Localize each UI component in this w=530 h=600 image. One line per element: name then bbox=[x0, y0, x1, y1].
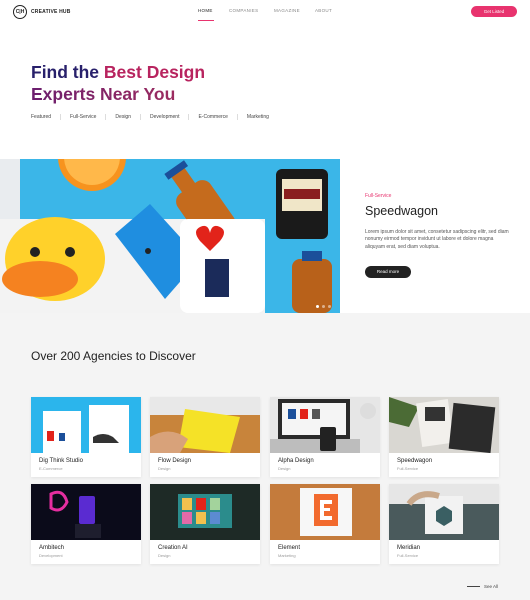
agency-category: Design bbox=[278, 466, 291, 471]
agency-thumbnail bbox=[31, 397, 141, 453]
hero-title-part1: Find the bbox=[31, 62, 104, 82]
feature-description: Lorem ipsum dolor sit amet, consetetur s… bbox=[365, 229, 509, 250]
agency-thumbnail bbox=[389, 484, 499, 540]
agency-category: Design bbox=[158, 466, 171, 471]
agency-thumbnail bbox=[150, 484, 260, 540]
slider-dots bbox=[316, 305, 331, 308]
feature-tag: Full-Service bbox=[365, 193, 392, 199]
agency-category: Marketing bbox=[278, 553, 296, 558]
agency-category: E-Commerce bbox=[39, 466, 63, 471]
slider-dot[interactable] bbox=[322, 305, 325, 308]
agency-card[interactable]: Dig Think Studio E-Commerce bbox=[31, 397, 141, 477]
agency-card[interactable]: Meridian Full-Service bbox=[389, 484, 499, 564]
agency-category: Full-Service bbox=[397, 466, 419, 471]
agency-category: Full-Service bbox=[397, 553, 419, 558]
get-listed-button[interactable]: Get Listed bbox=[471, 6, 517, 17]
agency-card[interactable]: Flow Design Design bbox=[150, 397, 260, 477]
nav-item-companies[interactable]: COMPANIES bbox=[229, 8, 258, 13]
nav-item-magazine[interactable]: MAGAZINE bbox=[274, 8, 300, 13]
divider bbox=[140, 114, 141, 120]
agency-name: Ambitech bbox=[39, 545, 65, 551]
category-featured[interactable]: Featured bbox=[31, 114, 51, 120]
agency-card[interactable]: Ambitech Development bbox=[31, 484, 141, 564]
logo[interactable]: C|H CREATIVE HUB bbox=[13, 5, 71, 19]
agency-thumbnail bbox=[270, 397, 380, 453]
agency-name: Dig Think Studio bbox=[39, 458, 83, 464]
see-all-label: See All bbox=[484, 584, 499, 589]
divider bbox=[60, 114, 62, 120]
agency-card[interactable]: Element Marketing bbox=[270, 484, 380, 564]
logo-mark: C|H bbox=[13, 5, 27, 19]
category-development[interactable]: Development bbox=[150, 114, 179, 120]
divider bbox=[188, 114, 190, 120]
feature-image[interactable] bbox=[0, 159, 340, 313]
agency-thumbnail bbox=[31, 484, 141, 540]
agency-name: Meridian bbox=[397, 545, 421, 551]
agency-name: Speedwagon bbox=[397, 458, 433, 464]
logo-text: CREATIVE HUB bbox=[31, 9, 71, 15]
category-marketing[interactable]: Marketing bbox=[247, 114, 269, 120]
category-design[interactable]: Design bbox=[115, 114, 131, 120]
agencies-title: Over 200 Agencies to Discover bbox=[31, 349, 196, 363]
agency-name: Alpha Design bbox=[278, 458, 314, 464]
agency-card[interactable]: Alpha Design Design bbox=[270, 397, 380, 477]
agency-thumbnail bbox=[150, 397, 260, 453]
top-navigation: C|H CREATIVE HUB HOME COMPANIES MAGAZINE… bbox=[0, 0, 530, 26]
read-more-button[interactable]: Read more bbox=[365, 266, 411, 278]
hero-title: Find the Best Design Experts Near You bbox=[31, 61, 331, 105]
category-e-commerce[interactable]: E-Commerce bbox=[198, 114, 227, 120]
nav-item-home[interactable]: HOME bbox=[198, 8, 213, 13]
divider bbox=[105, 114, 107, 120]
nav-item-about[interactable]: ABOUT bbox=[315, 8, 332, 13]
see-all-line bbox=[467, 586, 480, 587]
category-full-service[interactable]: Full-Service bbox=[70, 114, 96, 120]
agency-name: Element bbox=[278, 545, 301, 551]
agency-thumbnail bbox=[270, 484, 380, 540]
agency-name: Flow Design bbox=[158, 458, 192, 464]
agency-thumbnail bbox=[389, 397, 499, 453]
divider bbox=[236, 114, 238, 120]
active-nav-indicator bbox=[198, 20, 214, 21]
feature-title[interactable]: Speedwagon bbox=[365, 204, 438, 218]
hero-title-line2: Experts Near You bbox=[31, 83, 331, 105]
agency-card[interactable]: Creation AI Design bbox=[150, 484, 260, 564]
slider-dot[interactable] bbox=[316, 305, 319, 308]
agency-name: Creation AI bbox=[158, 545, 188, 551]
agency-card[interactable]: Speedwagon Full-Service bbox=[389, 397, 499, 477]
see-all-link[interactable]: See All bbox=[467, 584, 498, 589]
hero-title-part2: Best Design bbox=[103, 62, 206, 82]
agency-category: Design bbox=[158, 553, 171, 558]
slider-dot[interactable] bbox=[328, 305, 331, 308]
category-filter-bar: Featured Full-Service Design Development… bbox=[31, 114, 269, 120]
agency-category: Development bbox=[39, 553, 63, 558]
